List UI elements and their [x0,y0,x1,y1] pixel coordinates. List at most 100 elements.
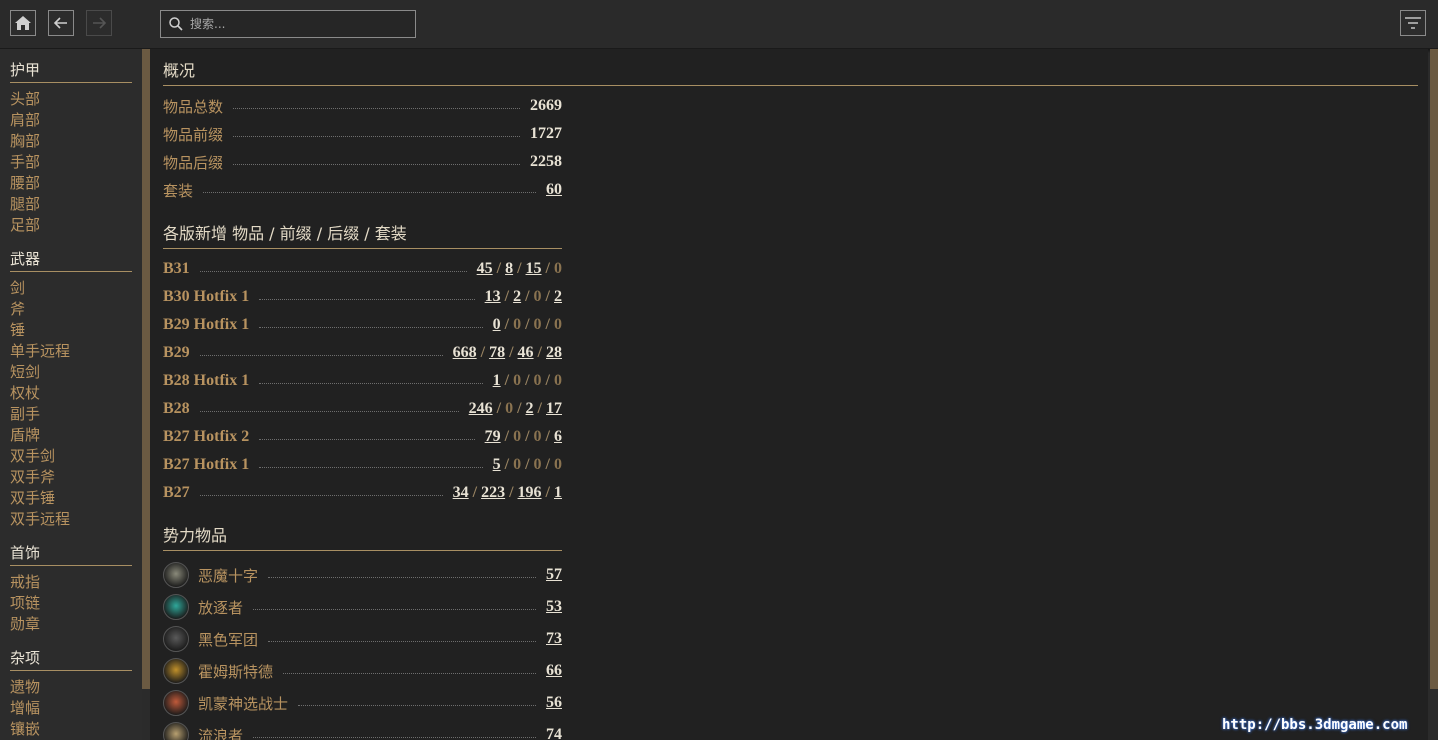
sidebar-item[interactable]: 增幅 [10,698,142,719]
sidebar-item[interactable]: 足部 [10,215,142,236]
version-count-link[interactable]: 13 [485,288,501,305]
main-content: 概况 物品总数 2669 物品前缀 1727 物品后缀 2258 套装 60 各版新增 物品 … [150,49,1428,740]
value-separator: / [500,316,514,333]
version-label: B27 Hotfix 2 [163,428,250,445]
sidebar-item[interactable]: 双手远程 [10,509,142,530]
sidebar-item[interactable]: 单手远程 [10,341,142,362]
value-separator: / [541,288,554,305]
faction-count-link[interactable]: 57 [546,566,562,584]
version-values: 1 / 0 / 0 / 0 [493,372,562,390]
version-count-link[interactable]: 17 [546,400,562,417]
overview-title: 概况 [163,57,1418,86]
faction-count-link[interactable]: 56 [546,694,562,712]
sidebar-item[interactable]: 腰部 [10,173,142,194]
sidebar-scrollbar[interactable] [142,49,150,689]
version-count-link[interactable]: 28 [546,344,562,361]
homestead-wheat-icon [163,658,189,684]
sidebar-item[interactable]: 锤 [10,320,142,341]
sidebar-category-title: 武器 [10,248,132,272]
version-count-link[interactable]: 78 [489,344,505,361]
overview-list: 物品总数 2669 物品前缀 1727 物品后缀 2258 套装 60 [150,92,1428,204]
sidebar-item[interactable]: 项链 [10,593,142,614]
sidebar-item[interactable]: 双手斧 [10,467,142,488]
sidebar-item[interactable]: 副手 [10,404,142,425]
version-label: B29 [163,344,190,361]
sidebar-item[interactable]: 遗物 [10,677,142,698]
version-count-link[interactable]: 15 [526,260,542,277]
version-count-link[interactable]: 668 [453,344,477,361]
version-row: B28 246 / 0 / 2 / 17 [163,395,562,423]
sidebar-item[interactable]: 手部 [10,152,142,173]
back-button[interactable] [48,10,74,36]
version-label: B30 Hotfix 1 [163,288,250,305]
overview-value[interactable]: 60 [546,181,562,199]
version-count-link[interactable]: 196 [518,484,542,501]
home-button[interactable] [10,10,36,36]
version-count-link[interactable]: 223 [481,484,505,501]
version-count-link[interactable]: 46 [518,344,534,361]
version-label: B28 Hotfix 1 [163,372,250,389]
sidebar-item[interactable]: 权杖 [10,383,142,404]
version-count-link[interactable]: 246 [469,400,493,417]
version-label: B31 [163,260,190,277]
faction-label: 霍姆斯特德 [198,662,274,681]
sidebar-item[interactable]: 斧 [10,299,142,320]
sidebar-item[interactable]: 镶嵌 [10,719,142,740]
faction-count-link[interactable]: 53 [546,598,562,616]
version-count-link[interactable]: 2 [526,400,534,417]
version-count-link[interactable]: 5 [493,456,501,473]
version-values: 0 / 0 / 0 / 0 [493,316,562,334]
overview-value: 1727 [530,125,562,142]
overview-row: 物品后缀 2258 [163,148,562,176]
version-label: B29 Hotfix 1 [163,316,250,333]
faction-count-link[interactable]: 74 [546,726,562,740]
value-separator: / [468,484,482,501]
sidebar-item[interactable]: 双手剑 [10,446,142,467]
value-separator: / [541,484,554,501]
faction-row: 放逐者 53 [163,591,562,623]
sidebar-category-title: 首饰 [10,542,132,566]
dotted-leader [253,736,536,738]
search-input[interactable] [188,16,412,32]
dotted-leader [199,270,467,272]
rover-sun-icon [163,722,189,740]
version-count-link[interactable]: 8 [505,260,513,277]
version-values: 5 / 0 / 0 / 0 [493,456,562,474]
search-box[interactable] [160,10,416,38]
sidebar-item[interactable]: 头部 [10,89,142,110]
sidebar-item[interactable]: 短剑 [10,362,142,383]
version-count-link[interactable]: 2 [513,288,521,305]
dotted-leader [259,382,483,384]
dotted-leader [268,576,536,578]
forward-button[interactable] [86,10,112,36]
version-count-link[interactable]: 0 [493,316,501,333]
main-scrollbar[interactable] [1430,49,1438,689]
version-count-link[interactable]: 2 [554,288,562,305]
version-count-link[interactable]: 79 [485,428,501,445]
sidebar-item[interactable]: 戒指 [10,572,142,593]
version-label: B27 [163,484,190,501]
version-count-link[interactable]: 1 [554,484,562,501]
sidebar-item[interactable]: 勋章 [10,614,142,635]
version-count-link[interactable]: 34 [453,484,469,501]
sidebar-item[interactable]: 胸部 [10,131,142,152]
version-count-link[interactable]: 1 [493,372,501,389]
sidebar-item[interactable]: 盾牌 [10,425,142,446]
sidebar-item[interactable]: 双手锤 [10,488,142,509]
filter-menu-button[interactable] [1400,10,1426,36]
faction-count-link[interactable]: 73 [546,630,562,648]
version-count-link: 0 [513,372,522,389]
dotted-leader [283,672,536,674]
dotted-leader [259,298,475,300]
value-separator: / [500,288,514,305]
sidebar-item[interactable]: 肩部 [10,110,142,131]
sidebar-category-items: 戒指 项链 勋章 [10,572,142,635]
version-count-link[interactable]: 6 [554,428,562,445]
value-separator: / [505,344,518,361]
dotted-leader [199,354,443,356]
faction-count-link[interactable]: 66 [546,662,562,680]
faction-row: 黑色军团 73 [163,623,562,655]
sidebar-item[interactable]: 剑 [10,278,142,299]
sidebar-item[interactable]: 腿部 [10,194,142,215]
version-count-link[interactable]: 45 [477,260,493,277]
